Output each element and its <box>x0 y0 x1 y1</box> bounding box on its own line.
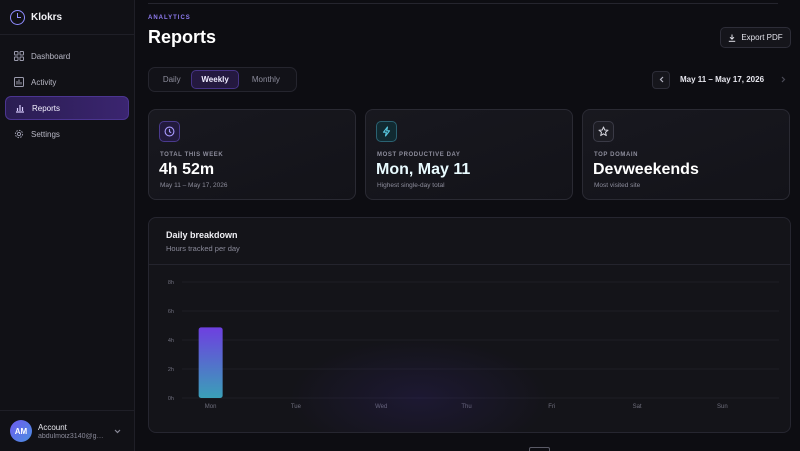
stat-value: 4h 52m <box>159 161 215 178</box>
tab-monthly[interactable]: Monthly <box>239 70 293 89</box>
stat-card-productive-day: MOST PRODUCTIVE DAY Mon, May 11 Highest … <box>365 109 573 200</box>
sidebar: Klokrs Dashboard Activity Reports Settin… <box>0 0 135 451</box>
stat-card-total: TOTAL THIS WEEK 4h 52m May 11 – May 17, … <box>148 109 356 200</box>
bolt-icon <box>376 121 397 142</box>
account-name: Account <box>38 422 67 432</box>
x-tick-label: Sat <box>633 404 642 410</box>
gear-icon <box>13 128 25 140</box>
sidebar-item-dashboard[interactable]: Dashboard <box>5 44 129 68</box>
account-menu[interactable]: AM Account abdulmoiz3140@gm... <box>0 410 135 451</box>
y-tick-label: 8h <box>168 280 174 286</box>
page-eyebrow: ANALYTICS <box>148 15 191 21</box>
chart-title: Daily breakdown <box>166 230 238 240</box>
top-divider <box>148 3 778 4</box>
chart-subtitle: Hours tracked per day <box>166 244 240 253</box>
stat-card-top-domain: TOP DOMAIN Devweekends Most visited site <box>582 109 790 200</box>
sidebar-item-label: Settings <box>31 129 60 139</box>
sidebar-item-label: Reports <box>32 103 61 113</box>
brand-name: Klokrs <box>31 11 63 23</box>
prev-week-button[interactable] <box>652 70 670 89</box>
chevron-down-icon[interactable] <box>114 427 121 436</box>
tab-daily[interactable]: Daily <box>152 70 191 89</box>
export-pdf-label: Export PDF <box>741 33 783 42</box>
next-week-button[interactable] <box>774 71 792 89</box>
star-icon <box>593 121 614 142</box>
sidebar-nav: Dashboard Activity Reports Settings <box>0 35 134 146</box>
stat-label: TOTAL THIS WEEK <box>160 152 224 158</box>
chart-icon <box>14 102 26 114</box>
chevron-left-icon <box>659 76 663 83</box>
sidebar-item-label: Dashboard <box>31 51 71 61</box>
avatar: AM <box>10 420 32 442</box>
chevron-right-icon <box>781 76 785 83</box>
x-tick-label: Fri <box>548 404 555 410</box>
daily-breakdown-card: Daily breakdown Hours tracked per day 0h… <box>148 217 791 433</box>
daily-breakdown-chart: 0h 2h 4h 6h 8h Mon Tue Wed Thu Fri Sat Sun <box>168 280 779 410</box>
stat-value: Devweekends <box>593 161 699 178</box>
bar-chart-icon <box>13 76 25 88</box>
date-range: May 11 – May 17, 2026 <box>679 75 765 84</box>
x-tick-label: Thu <box>461 404 471 410</box>
y-tick-label: 6h <box>168 309 174 315</box>
sidebar-item-label: Activity <box>31 77 57 87</box>
stat-value: Mon, May 11 <box>376 161 471 178</box>
stat-label: MOST PRODUCTIVE DAY <box>377 152 461 158</box>
y-tick-label: 2h <box>168 367 174 373</box>
sidebar-item-reports[interactable]: Reports <box>5 96 129 120</box>
account-email: abdulmoiz3140@gm... <box>38 432 108 440</box>
clock-logo-icon <box>10 9 25 25</box>
tab-weekly[interactable]: Weekly <box>191 70 239 89</box>
bar-mon[interactable] <box>198 327 223 398</box>
brand[interactable]: Klokrs <box>0 0 134 35</box>
y-tick-label: 0h <box>168 396 174 402</box>
x-tick-label: Tue <box>291 404 302 410</box>
grid-icon <box>13 50 25 62</box>
download-icon <box>729 34 736 42</box>
date-navigator: May 11 – May 17, 2026 <box>652 70 792 89</box>
x-tick-label: Sun <box>717 404 728 410</box>
x-tick-label: Mon <box>205 404 217 410</box>
y-tick-label: 4h <box>168 338 174 344</box>
sidebar-item-settings[interactable]: Settings <box>5 122 129 146</box>
period-tabs: Daily Weekly Monthly <box>148 67 297 92</box>
sidebar-item-activity[interactable]: Activity <box>5 70 129 94</box>
stat-label: TOP DOMAIN <box>594 152 639 158</box>
clock-icon <box>159 121 180 142</box>
page-title: Reports <box>148 27 217 47</box>
x-tick-label: Wed <box>375 404 387 410</box>
stat-sub: Highest single-day total <box>377 182 445 189</box>
stat-sub: Most visited site <box>594 182 641 189</box>
stat-sub: May 11 – May 17, 2026 <box>160 182 228 189</box>
main-content: ANALYTICS Reports Export PDF Daily Weekl… <box>135 0 800 451</box>
scroll-handle[interactable] <box>529 447 550 451</box>
export-pdf-button[interactable]: Export PDF <box>720 27 791 48</box>
